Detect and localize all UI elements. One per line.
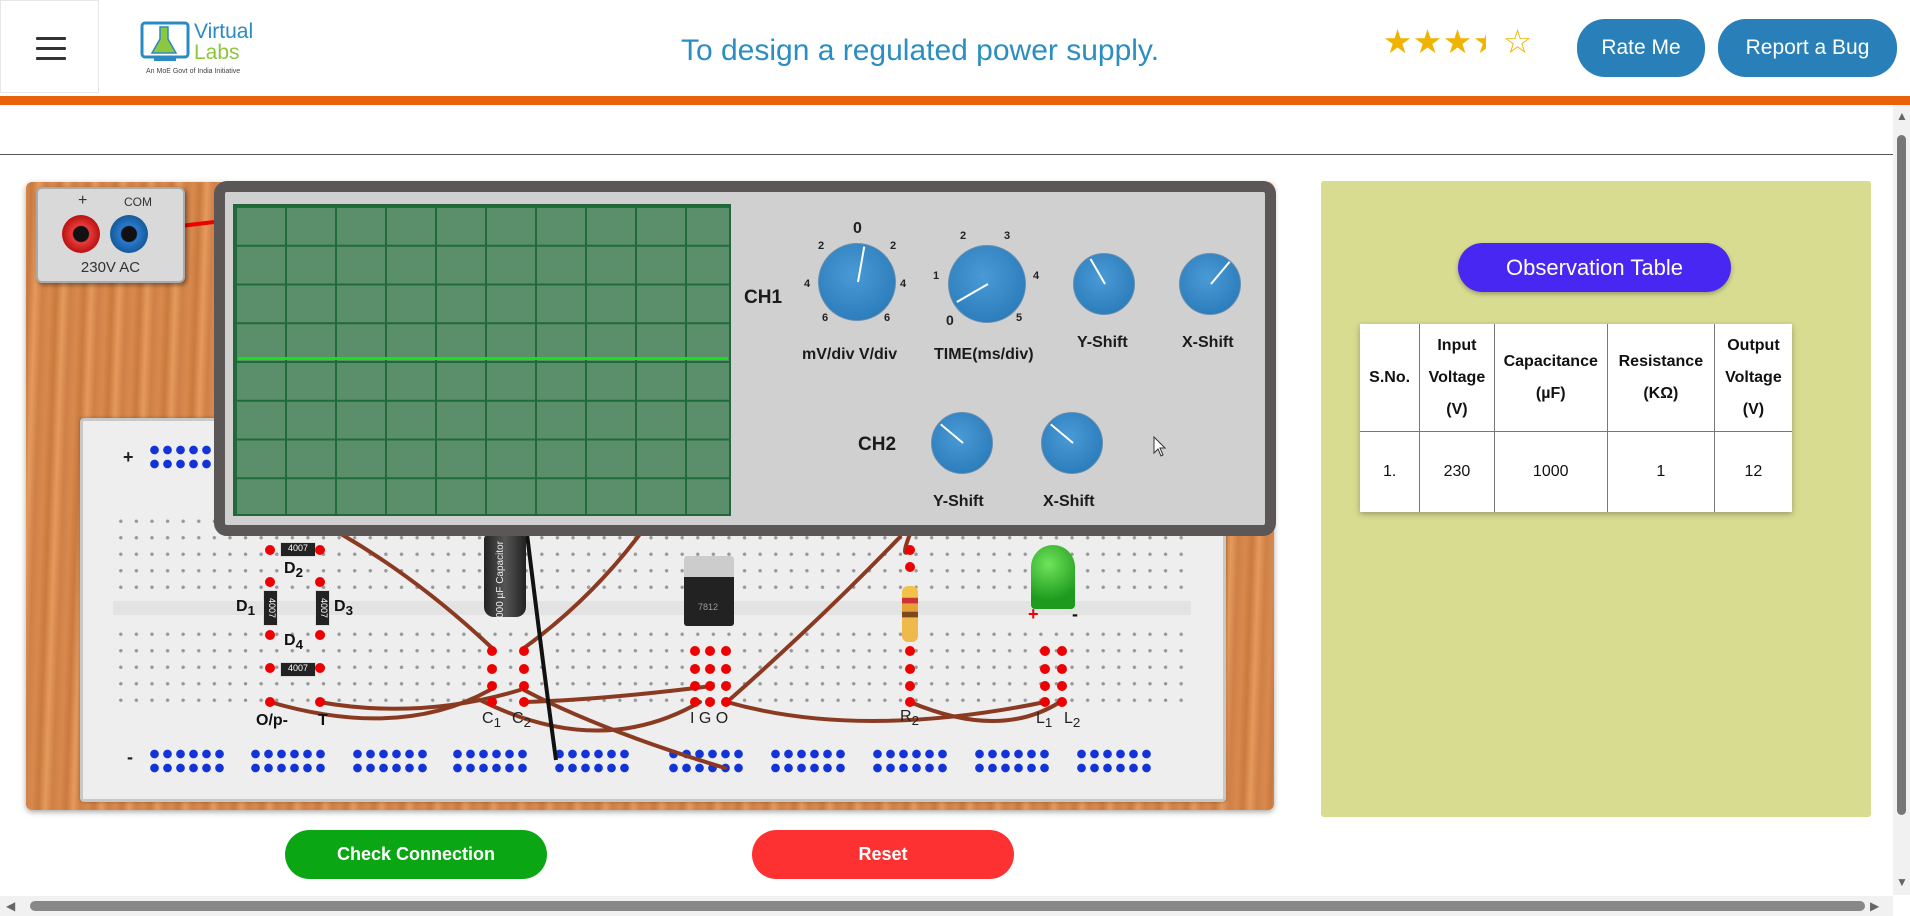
horizontal-scrollbar[interactable]: ◀ ▶ bbox=[0, 896, 1893, 916]
time-tick: 4 bbox=[1033, 270, 1040, 282]
ch2-y-shift-label: Y-Shift bbox=[933, 493, 984, 510]
column-header: Input Voltage (V) bbox=[1419, 324, 1495, 432]
connection-dots[interactable] bbox=[265, 545, 1067, 707]
reset-button[interactable]: Reset bbox=[752, 830, 1014, 879]
observation-table-title[interactable]: Observation Table bbox=[1458, 243, 1731, 292]
ch1-volt-div-knob[interactable] bbox=[818, 243, 896, 321]
time-tick: 1 bbox=[933, 270, 940, 282]
vertical-scroll-thumb[interactable] bbox=[1897, 135, 1906, 815]
table-cell: 12 bbox=[1713, 431, 1792, 512]
volt-tick: 2 bbox=[890, 240, 897, 252]
check-connection-button[interactable]: Check Connection bbox=[285, 830, 547, 879]
table-cell: 1000 bbox=[1493, 431, 1608, 512]
time-tick: 0 bbox=[946, 312, 954, 328]
time-tick: 3 bbox=[1004, 230, 1011, 242]
time-div-label: TIME(ms/div) bbox=[934, 346, 1034, 363]
column-header: Resistance (KΩ) bbox=[1606, 324, 1715, 432]
ch1-x-shift-knob[interactable] bbox=[1179, 253, 1241, 315]
volt-tick: 6 bbox=[884, 312, 891, 324]
table-cell: 1 bbox=[1606, 431, 1715, 512]
observation-table: S.No. Input Voltage (V) Capacitance (µF)… bbox=[1360, 324, 1792, 512]
volt-tick: 6 bbox=[822, 312, 829, 324]
scroll-down-icon[interactable]: ▼ bbox=[1896, 875, 1908, 889]
oscilloscope-screen bbox=[233, 204, 731, 516]
time-tick: 2 bbox=[960, 230, 967, 242]
oscilloscope-trace bbox=[238, 357, 728, 360]
column-header: Capacitance (µF) bbox=[1493, 324, 1608, 432]
table-cell: 1. bbox=[1382, 463, 1397, 480]
ch2-label: CH2 bbox=[858, 434, 897, 455]
horizontal-scroll-thumb[interactable] bbox=[30, 901, 1865, 911]
scroll-up-icon[interactable]: ▲ bbox=[1896, 109, 1908, 123]
ch2-x-shift-label: X-Shift bbox=[1043, 493, 1095, 510]
time-div-knob[interactable] bbox=[948, 245, 1026, 323]
volt-div-label: mV/div V/div bbox=[802, 346, 898, 363]
scroll-left-icon[interactable]: ◀ bbox=[6, 899, 15, 913]
ch2-x-shift-knob[interactable] bbox=[1041, 412, 1103, 474]
cursor-icon bbox=[1153, 436, 1167, 457]
ch1-label: CH1 bbox=[744, 287, 783, 308]
ch2-y-shift-knob[interactable] bbox=[931, 412, 993, 474]
ch1-y-shift-label: Y-Shift bbox=[1077, 334, 1128, 351]
vertical-scrollbar[interactable]: ▲ ▼ bbox=[1893, 105, 1910, 895]
volt-tick: 4 bbox=[900, 278, 907, 290]
table-cell: 230 bbox=[1419, 431, 1495, 512]
ch1-x-shift-label: X-Shift bbox=[1182, 334, 1234, 351]
table-header-row: S.No. Input Voltage (V) Capacitance (µF)… bbox=[1360, 324, 1792, 432]
volt-tick: 0 bbox=[853, 220, 862, 237]
table-row: 1. 230 1000 1 12 bbox=[1360, 431, 1792, 512]
column-header: S.No. bbox=[1360, 324, 1420, 432]
volt-tick: 2 bbox=[818, 240, 825, 252]
column-header: Output Voltage (V) bbox=[1713, 324, 1792, 432]
time-tick: 5 bbox=[1016, 312, 1023, 324]
scroll-right-icon[interactable]: ▶ bbox=[1870, 899, 1879, 913]
volt-tick: 4 bbox=[804, 278, 811, 290]
ch1-y-shift-knob[interactable] bbox=[1073, 253, 1135, 315]
